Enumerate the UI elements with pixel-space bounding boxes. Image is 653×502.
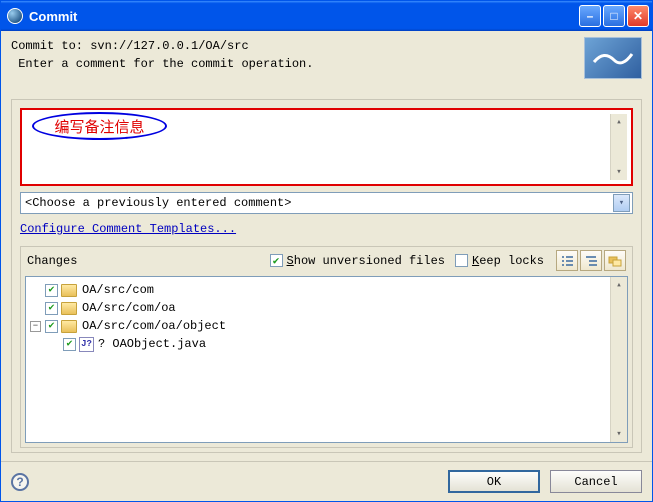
changes-tree[interactable]: ✔OA/src/com✔OA/src/com/oa−✔OA/src/com/oa… [25,276,628,443]
tree-list-button[interactable] [580,250,602,271]
checkbox-checked-icon[interactable]: ✔ [45,302,58,315]
maximize-button[interactable]: □ [603,5,625,27]
tree-row[interactable]: −✔ OA/src/com/oa/object [30,317,606,335]
window-title: Commit [29,9,579,24]
brand-logo [584,37,642,79]
changes-panel: Changes ✔ Show unversioned files Keep lo… [20,246,633,448]
checkbox-checked-icon[interactable]: ✔ [45,284,58,297]
folder-icon [61,320,77,333]
minimize-button[interactable]: – [579,5,601,27]
comment-textarea[interactable] [26,114,610,180]
previous-comment-dropdown[interactable]: <Choose a previously entered comment> ▾ [20,192,633,214]
tree-row[interactable]: ✔J? ? OAObject.java [30,335,606,353]
help-button[interactable]: ? [11,473,29,491]
tree-row[interactable]: ✔ OA/src/com [30,281,606,299]
titlebar[interactable]: Commit – □ ✕ [1,1,652,31]
tree-item-label: OA/src/com [82,283,154,297]
folders-icon [608,255,622,267]
client-area: Commit to: svn://127.0.0.1/OA/src Enter … [1,31,652,461]
chevron-down-icon[interactable]: ▾ [613,194,630,212]
tree-row[interactable]: ✔ OA/src/com/oa [30,299,606,317]
app-icon [7,8,23,24]
scroll-up-icon[interactable]: ▴ [611,277,627,293]
checkbox-checked-icon[interactable]: ✔ [45,320,58,333]
main-panel: ▴ ▾ 编写备注信息 <Choose a previously entered … [11,99,642,453]
collapse-icon[interactable]: − [30,321,41,332]
list-icon [561,255,574,267]
scroll-down-icon[interactable]: ▾ [611,426,627,442]
tree-item-label: OA/src/com/oa [82,301,176,315]
scroll-up-icon[interactable]: ▴ [611,114,627,130]
tree-icon [585,255,598,267]
header-text: Commit to: svn://127.0.0.1/OA/src Enter … [11,37,576,73]
checkbox-unchecked-icon [455,254,468,267]
commit-to-label: Commit to: svn://127.0.0.1/OA/src [11,37,576,55]
comment-scrollbar[interactable]: ▴ ▾ [610,114,627,180]
comment-textarea-frame: ▴ ▾ 编写备注信息 [20,108,633,186]
cancel-button[interactable]: Cancel [550,470,642,493]
checkbox-checked-icon: ✔ [270,254,283,267]
folder-icon [61,302,77,315]
scroll-down-icon[interactable]: ▾ [611,164,627,180]
checkbox-checked-icon[interactable]: ✔ [63,338,76,351]
show-unversioned-checkbox[interactable]: ✔ Show unversioned files [270,254,445,268]
keep-locks-checkbox[interactable]: Keep locks [455,254,544,268]
java-file-icon: J? [79,337,94,352]
compressed-tree-button[interactable] [604,250,626,271]
folder-icon [61,284,77,297]
ok-button[interactable]: OK [448,470,540,493]
commit-dialog: Commit – □ ✕ Commit to: svn://127.0.0.1/… [0,0,653,502]
tree-scrollbar[interactable]: ▴ ▾ [610,277,627,442]
tree-item-label: ? OAObject.java [98,337,206,351]
configure-templates-link[interactable]: Configure Comment Templates... [20,222,633,236]
instruction-label: Enter a comment for the commit operation… [11,55,576,73]
changes-label: Changes [27,254,77,268]
footer: ? OK Cancel [1,461,652,501]
close-button[interactable]: ✕ [627,5,649,27]
flat-list-button[interactable] [556,250,578,271]
tree-item-label: OA/src/com/oa/object [82,319,226,333]
previous-comment-placeholder: <Choose a previously entered comment> [25,196,613,210]
